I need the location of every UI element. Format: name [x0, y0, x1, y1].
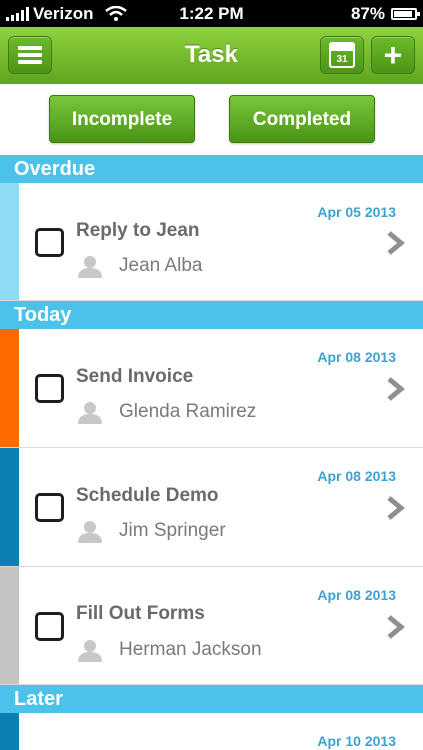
battery-percent: 87%: [350, 4, 385, 23]
chevron-right-icon: [387, 615, 405, 639]
add-task-button[interactable]: +: [371, 36, 415, 74]
person-icon: [78, 640, 102, 662]
calendar-button[interactable]: 31: [320, 36, 364, 74]
task-title: Reply to Jean: [76, 220, 200, 241]
task-date: Apr 08 2013: [317, 349, 396, 365]
task-checkbox[interactable]: [35, 228, 64, 257]
nav-bar: Task 31 +: [0, 27, 423, 85]
battery-icon: [391, 8, 420, 20]
priority-stripe: [0, 567, 19, 684]
task-row[interactable]: Apr 08 2013 Fill Out Forms Herman Jackso…: [0, 567, 423, 685]
section-header-overdue: Overdue: [0, 155, 423, 183]
task-row[interactable]: Apr 08 2013 Schedule Demo Jim Springer: [0, 448, 423, 567]
filter-bar: Incomplete Completed: [0, 84, 423, 155]
chevron-right-icon: [387, 231, 405, 255]
task-checkbox[interactable]: [35, 493, 64, 522]
priority-stripe: [0, 329, 19, 447]
person-icon: [78, 256, 102, 278]
task-assignee: Jim Springer: [119, 520, 226, 541]
task-row[interactable]: Apr 08 2013 Send Invoice Glenda Ramirez: [0, 329, 423, 448]
priority-stripe: [0, 183, 19, 300]
task-assignee: Glenda Ramirez: [119, 401, 257, 422]
plus-icon: +: [383, 37, 403, 73]
task-title: Fill Out Forms: [76, 603, 205, 624]
section-header-later: Later: [0, 685, 423, 713]
chevron-right-icon: [387, 496, 405, 520]
task-checkbox[interactable]: [35, 374, 64, 403]
chevron-right-icon: [387, 377, 405, 401]
priority-stripe: [0, 713, 19, 750]
priority-stripe: [0, 448, 19, 566]
task-title: Send Invoice: [76, 366, 194, 387]
task-title: Schedule Demo: [76, 485, 219, 506]
status-bar: Verizon 1:22 PM 87%: [0, 0, 423, 27]
section-header-today: Today: [0, 301, 423, 329]
task-checkbox[interactable]: [35, 612, 64, 641]
task-date: Apr 05 2013: [317, 204, 396, 220]
person-icon: [78, 521, 102, 543]
calendar-icon: 31: [329, 42, 355, 68]
status-right: 87%: [350, 4, 420, 24]
calendar-day: 31: [336, 54, 348, 65]
incomplete-button[interactable]: Incomplete: [49, 95, 195, 143]
task-assignee: Jean Alba: [119, 255, 203, 276]
task-date: Apr 10 2013: [317, 733, 396, 749]
task-row[interactable]: Apr 05 2013 Reply to Jean Jean Alba: [0, 183, 423, 301]
task-date: Apr 08 2013: [317, 468, 396, 484]
task-assignee: Herman Jackson: [119, 639, 262, 660]
task-date: Apr 08 2013: [317, 587, 396, 603]
task-row[interactable]: Apr 10 2013: [0, 713, 423, 750]
completed-button[interactable]: Completed: [229, 95, 375, 143]
person-icon: [78, 402, 102, 424]
